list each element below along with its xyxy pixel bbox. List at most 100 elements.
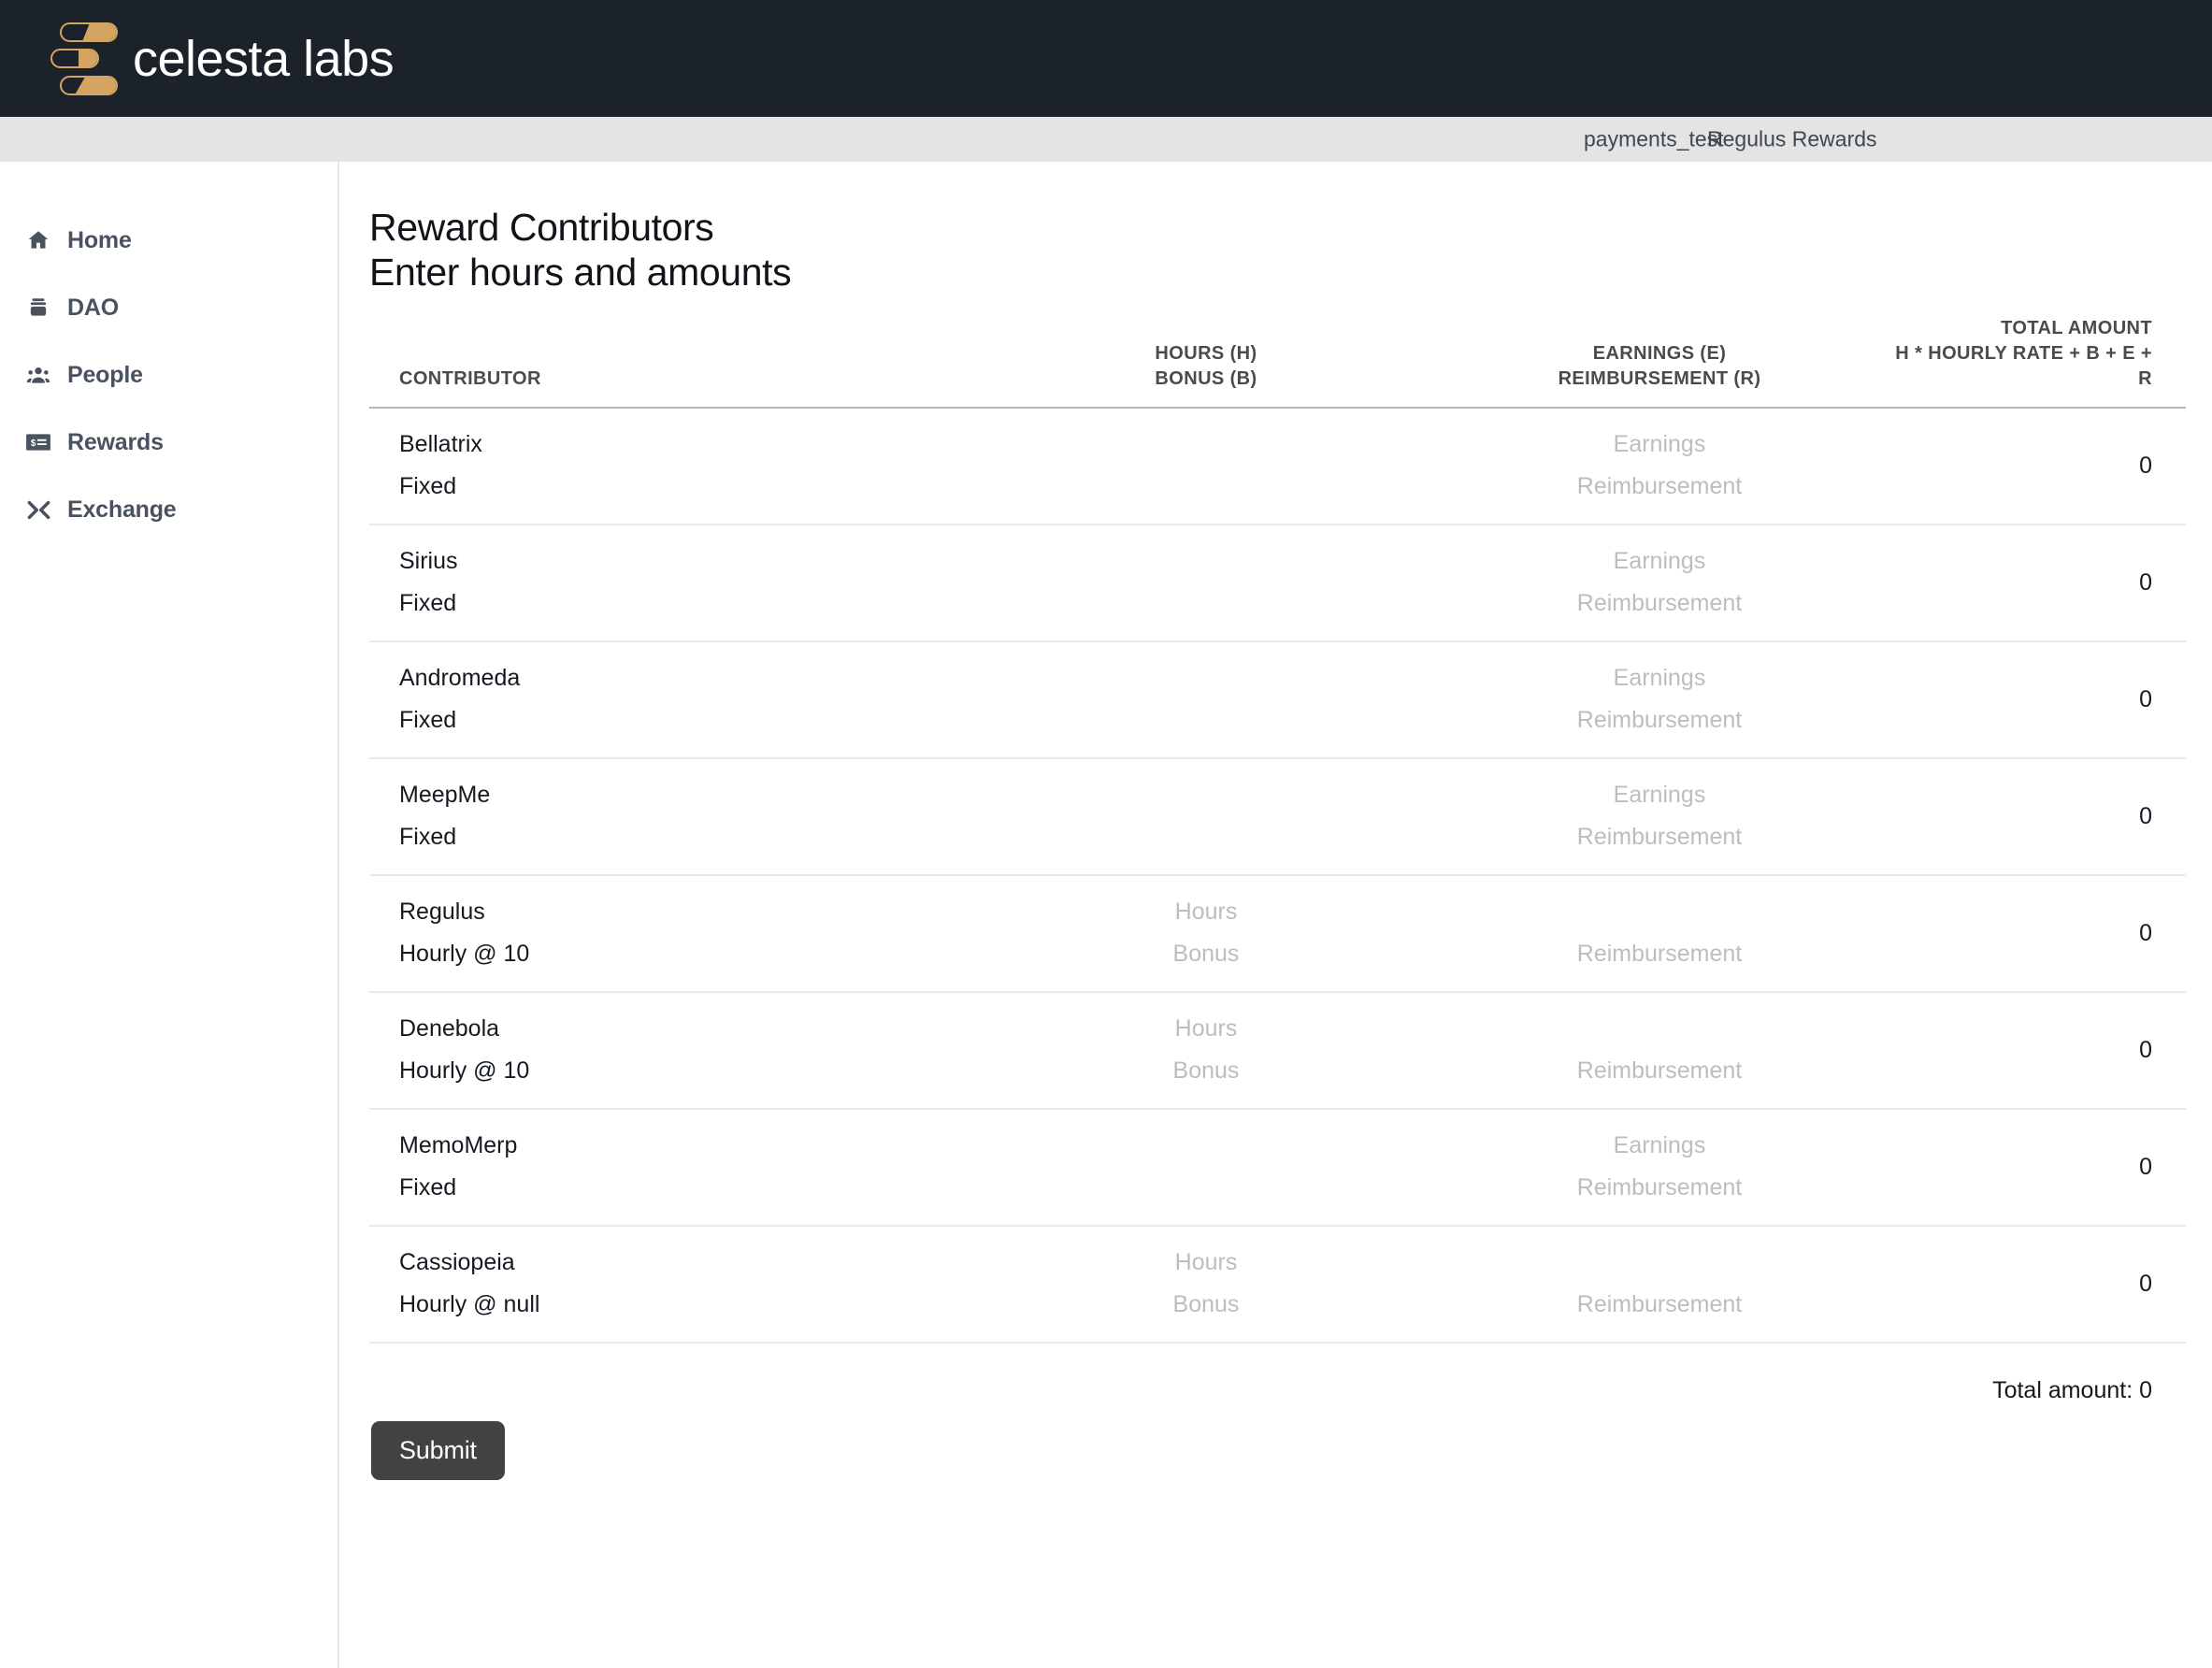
cell-hours-bonus: Hours Bonus bbox=[986, 875, 1426, 992]
cell-contributor: Sirius Fixed bbox=[369, 525, 986, 641]
hours-input[interactable]: Hours bbox=[1175, 1251, 1238, 1274]
reward-contributors-table: CONTRIBUTOR HOURS (H) BONUS (B) EARNINGS… bbox=[369, 316, 2186, 1344]
reimbursement-input[interactable]: Reimbursement bbox=[1577, 1293, 1742, 1316]
bonus-input[interactable]: Bonus bbox=[1173, 1059, 1240, 1083]
earnings-input[interactable]: Earnings bbox=[1614, 1134, 1706, 1158]
cell-contributor: MemoMerp Fixed bbox=[369, 1109, 986, 1226]
sidebar-item-people[interactable]: People bbox=[0, 355, 338, 395]
column-header-total-amount: TOTAL AMOUNT H * HOURLY RATE + B + E + R bbox=[1893, 316, 2186, 408]
sidebar-item-home[interactable]: Home bbox=[0, 221, 338, 260]
cell-total-amount: 0 bbox=[2139, 1270, 2152, 1297]
reimbursement-input[interactable]: Reimbursement bbox=[1577, 709, 1742, 732]
cell-total-amount: 0 bbox=[2139, 1153, 2152, 1180]
contributor-pay-type: Fixed bbox=[399, 824, 457, 851]
contributor-name: MemoMerp bbox=[399, 1132, 518, 1159]
cell-hours-bonus: Hours Bonus bbox=[986, 1226, 1426, 1343]
sidebar-item-rewards[interactable]: $ Rewards bbox=[0, 423, 338, 462]
column-header-bonus-line: BONUS (B) bbox=[1155, 367, 1257, 389]
earnings-input[interactable]: Earnings bbox=[1614, 784, 1706, 807]
cell-hours-bonus bbox=[986, 641, 1426, 758]
cell-earnings-reimbursement: Earnings Reimbursement bbox=[1426, 525, 1893, 641]
bonus-input[interactable]: Bonus bbox=[1173, 1293, 1240, 1316]
cell-earnings-reimbursement: Earnings Reimbursement bbox=[1426, 758, 1893, 875]
column-header-total-formula: H * HOURLY RATE + B + E + R bbox=[1895, 342, 2152, 389]
sidebar-label-exchange: Exchange bbox=[67, 496, 177, 523]
table-row: Cassiopeia Hourly @ null Hours Bonus Reimbu… bbox=[369, 1226, 2186, 1343]
column-header-earnings-reimbursement: EARNINGS (E) REIMBURSEMENT (R) bbox=[1426, 316, 1893, 408]
cell-contributor: Denebola Hourly @ 10 bbox=[369, 992, 986, 1109]
home-icon bbox=[24, 226, 52, 254]
reimbursement-input[interactable]: Reimbursement bbox=[1577, 942, 1742, 966]
column-header-reimbursement-line: REIMBURSEMENT (R) bbox=[1558, 367, 1761, 389]
cell-hours-bonus bbox=[986, 408, 1426, 525]
cell-hours-bonus bbox=[986, 525, 1426, 641]
sidebar-label-rewards: Rewards bbox=[67, 428, 164, 455]
hours-input[interactable]: Hours bbox=[1175, 1017, 1238, 1041]
earnings-input[interactable]: Earnings bbox=[1614, 550, 1706, 573]
submit-button[interactable]: Submit bbox=[371, 1420, 505, 1480]
cell-earnings-reimbursement: Reimbursement bbox=[1426, 875, 1893, 992]
cell-contributor: Regulus Hourly @ 10 bbox=[369, 875, 986, 992]
nav-item-reward-name[interactable]: Regulus Rewards bbox=[1707, 127, 1877, 152]
cell-earnings-reimbursement: Reimbursement bbox=[1426, 1226, 1893, 1343]
cell-hours-bonus: Hours Bonus bbox=[986, 992, 1426, 1109]
cell-total-amount: 0 bbox=[2139, 685, 2152, 712]
sidebar: Home DAO People $ Rewards Exchange bbox=[0, 162, 339, 1668]
celesta-labs-logo-icon[interactable] bbox=[50, 22, 118, 95]
earnings-input[interactable]: Earnings bbox=[1614, 433, 1706, 456]
cell-contributor: Bellatrix Fixed bbox=[369, 408, 986, 525]
reimbursement-input[interactable]: Reimbursement bbox=[1577, 1176, 1742, 1200]
table-row: Bellatrix Fixed Earnings Reimbursement 0 bbox=[369, 408, 2186, 525]
cell-contributor: MeepMe Fixed bbox=[369, 758, 986, 875]
contributor-name: Cassiopeia bbox=[399, 1249, 515, 1276]
table-row: Sirius Fixed Earnings Reimbursement 0 bbox=[369, 525, 2186, 641]
sidebar-label-people: People bbox=[67, 361, 143, 388]
cell-hours-bonus bbox=[986, 1109, 1426, 1226]
contributor-pay-type: Fixed bbox=[399, 1174, 457, 1201]
sidebar-item-exchange[interactable]: Exchange bbox=[0, 490, 338, 529]
exchange-icon bbox=[24, 496, 52, 524]
contributor-pay-type: Hourly @ 10 bbox=[399, 1057, 530, 1085]
contributor-name: Regulus bbox=[399, 899, 485, 926]
contributor-pay-type: Fixed bbox=[399, 473, 457, 500]
contributor-name: Denebola bbox=[399, 1015, 500, 1042]
contributor-name: Sirius bbox=[399, 548, 458, 575]
bonus-input[interactable]: Bonus bbox=[1173, 942, 1240, 966]
cell-earnings-reimbursement: Earnings Reimbursement bbox=[1426, 1109, 1893, 1226]
table-row: MeepMe Fixed Earnings Reimbursement 0 bbox=[369, 758, 2186, 875]
dao-icon bbox=[24, 294, 52, 322]
earnings-input[interactable]: Earnings bbox=[1614, 667, 1706, 690]
column-header-earnings-line: EARNINGS (E) bbox=[1592, 342, 1727, 364]
cell-total-amount: 0 bbox=[2139, 568, 2152, 596]
sidebar-label-dao: DAO bbox=[67, 294, 119, 321]
cell-earnings-reimbursement: Earnings Reimbursement bbox=[1426, 641, 1893, 758]
table-header: CONTRIBUTOR HOURS (H) BONUS (B) EARNINGS… bbox=[369, 316, 2186, 408]
reimbursement-input[interactable]: Reimbursement bbox=[1577, 1059, 1742, 1083]
brand-title: celesta labs bbox=[133, 30, 395, 87]
cell-contributor: Cassiopeia Hourly @ null bbox=[369, 1226, 986, 1343]
nav-item-workspace[interactable]: payments_test bbox=[1584, 127, 1724, 152]
reimbursement-input[interactable]: Reimbursement bbox=[1577, 592, 1742, 615]
reimbursement-input[interactable]: Reimbursement bbox=[1577, 475, 1742, 498]
cell-earnings-reimbursement: Earnings Reimbursement bbox=[1426, 408, 1893, 525]
contributor-name: Bellatrix bbox=[399, 431, 482, 458]
total-amount-summary: Total amount: 0 bbox=[1992, 1376, 2152, 1403]
contributor-pay-type: Fixed bbox=[399, 590, 457, 617]
sidebar-label-home: Home bbox=[67, 226, 132, 253]
contributor-name: Andromeda bbox=[399, 665, 521, 692]
rewards-icon: $ bbox=[24, 428, 52, 456]
contributor-pay-type: Hourly @ null bbox=[399, 1291, 540, 1318]
column-header-total-line: TOTAL AMOUNT bbox=[2001, 317, 2152, 338]
table-row: Denebola Hourly @ 10 Hours Bonus Reimbursem… bbox=[369, 992, 2186, 1109]
cell-total-amount: 0 bbox=[2139, 452, 2152, 479]
contributor-name: MeepMe bbox=[399, 782, 491, 809]
app-header: celesta labs bbox=[0, 0, 2212, 117]
page-title: Reward Contributors bbox=[369, 206, 714, 249]
sidebar-item-dao[interactable]: DAO bbox=[0, 288, 338, 327]
reimbursement-input[interactable]: Reimbursement bbox=[1577, 826, 1742, 849]
hours-input[interactable]: Hours bbox=[1175, 900, 1238, 924]
cell-contributor: Andromeda Fixed bbox=[369, 641, 986, 758]
column-header-hours-bonus: HOURS (H) BONUS (B) bbox=[986, 316, 1426, 408]
table-row: MemoMerp Fixed Earnings Reimbursement 0 bbox=[369, 1109, 2186, 1226]
column-header-hours-line: HOURS (H) bbox=[1155, 342, 1257, 364]
